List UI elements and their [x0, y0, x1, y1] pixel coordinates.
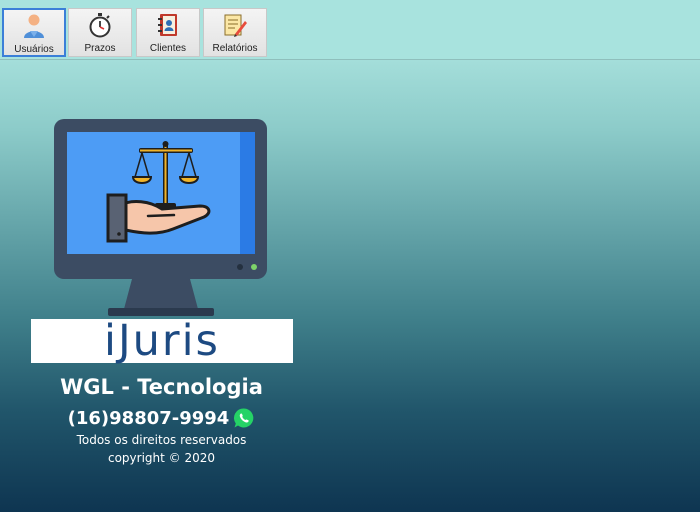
users-button[interactable]: Usuários	[2, 8, 66, 57]
stopwatch-icon	[87, 12, 113, 38]
deadlines-button-label: Prazos	[84, 43, 116, 54]
reports-button[interactable]: Relatórios	[203, 8, 267, 57]
phone-row: (16)98807-9994	[0, 407, 323, 429]
whatsapp-icon	[234, 408, 254, 428]
address-book-icon	[155, 12, 181, 38]
brand-name: iJuris	[104, 316, 220, 366]
copyright-text: copyright © 2020	[107, 451, 216, 465]
report-pencil-icon	[222, 12, 248, 38]
phone-number: (16)98807-9994	[67, 407, 230, 429]
reports-button-label: Relatórios	[212, 43, 258, 54]
clients-button[interactable]: Clientes	[136, 8, 200, 57]
brand-banner: iJuris	[31, 319, 293, 363]
deadlines-button[interactable]: Prazos	[68, 8, 132, 57]
users-button-label: Usuários	[14, 44, 54, 55]
clients-button-label: Clientes	[149, 43, 187, 54]
user-icon	[21, 13, 47, 39]
monitor-scales-of-justice-icon	[54, 119, 267, 316]
toolbar: Usuários Prazos Clientes Relatórios	[0, 0, 700, 60]
company-name: WGL - Tecnologia	[60, 375, 263, 399]
rights-text: Todos os direitos reservados	[76, 433, 247, 447]
